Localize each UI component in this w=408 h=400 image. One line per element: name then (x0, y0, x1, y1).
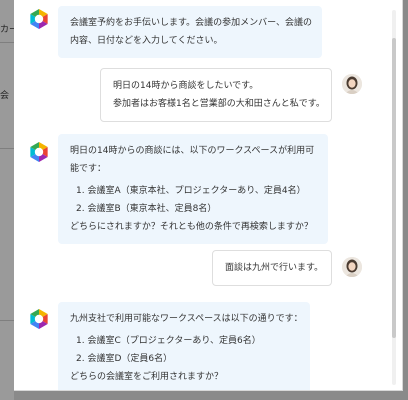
message-line: 内容、日付などを入力してください。 (70, 36, 223, 46)
scrollbar-thumb[interactable] (392, 38, 396, 338)
background-divider (0, 42, 14, 43)
message-line: 会議室予約をお手伝いします。会議の参加メンバー、会議の (70, 18, 313, 28)
message-line: どちらにされますか？それとも他の条件で再検索しますか？ (70, 222, 313, 232)
message-line: 九州支社で利用可能なワークスペースは以下の通りです： (70, 314, 303, 324)
background-app: カー 会 (0, 0, 14, 400)
message-line: 明日の14時から商談をしたいです。 (113, 81, 259, 91)
bot-avatar-icon (28, 141, 50, 163)
background-text: カー (0, 25, 14, 35)
workspace-option: 2. 会議室B（東京本社、定員8名） (76, 204, 217, 214)
bot-avatar-icon (28, 8, 50, 30)
hexagon-logo-icon (30, 9, 48, 29)
message-line: 面談は九州で行います。 (225, 263, 324, 273)
user-message: 明日の14時から商談をしたいです。 参加者はお客様1名と営業部の大和田さんと私で… (100, 68, 332, 122)
hexagon-logo-icon (30, 142, 48, 162)
user-photo-icon (342, 74, 362, 94)
message-line: どちらの会議室をご利用されますか？ (70, 372, 224, 382)
chat-panel: 会議室予約をお手伝いします。会議の参加メンバー、会議の 内容、日付などを入力して… (14, 0, 403, 391)
workspace-option: 1. 会議室C（プロジェクターあり、定員6名） (76, 336, 261, 346)
workspace-option: 2. 会議室D（定員6名） (76, 354, 173, 364)
background-text: 会 (0, 91, 10, 101)
bot-message: 九州支社で利用可能なワークスペースは以下の通りです： 1. 会議室C（プロジェク… (58, 302, 310, 390)
user-photo-icon (342, 257, 362, 277)
background-divider (0, 148, 14, 149)
user-message: 面談は九州で行います。 (212, 250, 332, 286)
message-line: 参加者はお客様1名と営業部の大和田さんと私です。 (113, 99, 325, 109)
bot-message: 会議室予約をお手伝いします。会議の参加メンバー、会議の 内容、日付などを入力して… (58, 6, 322, 58)
chat-scrollbar[interactable] (392, 10, 396, 385)
bot-avatar-icon (28, 308, 50, 330)
background-divider (0, 320, 14, 321)
message-line: 明日の14時からの商談には、以下のワークスペースが利用可 (70, 146, 315, 156)
user-avatar (342, 74, 362, 94)
message-line: 能です： (70, 164, 107, 174)
hexagon-logo-icon (30, 309, 48, 329)
workspace-option: 1. 会議室A（東京本社、プロジェクターあり、定員4名） (76, 186, 306, 196)
bot-message: 明日の14時からの商談には、以下のワークスペースが利用可 能です： 1. 会議室… (58, 134, 328, 244)
user-avatar (342, 257, 362, 277)
